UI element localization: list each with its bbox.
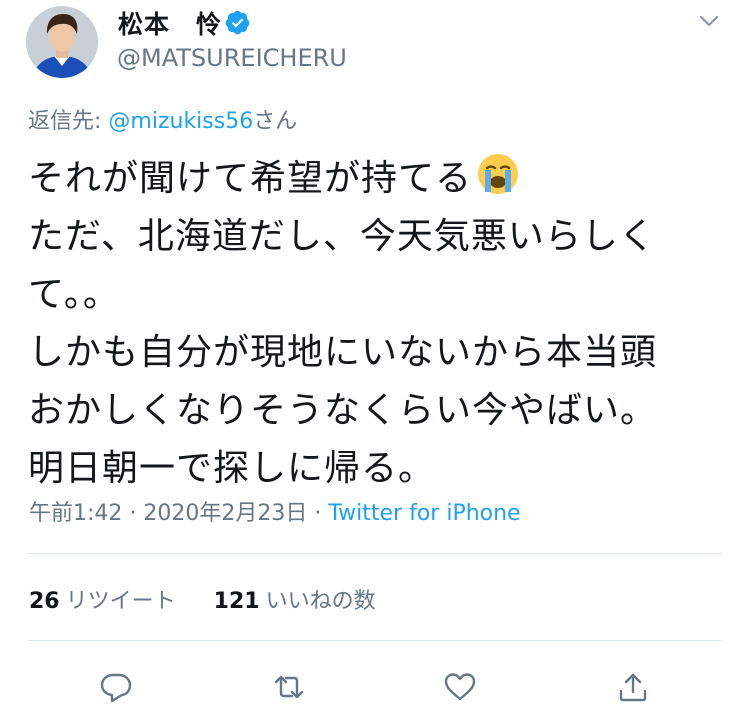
reply-to-mention[interactable]: @mizukiss56 — [108, 109, 253, 134]
like-label: いいねの数 — [265, 589, 376, 614]
reply-to-suffix: さん — [253, 109, 298, 134]
tweet-text-line-2: ただ、北海道だし、今天気悪いらしく — [28, 216, 656, 257]
reply-icon — [100, 673, 132, 703]
like-button[interactable] — [441, 668, 479, 706]
tweet-date[interactable]: 2020年2月23日 — [143, 501, 307, 526]
share-button[interactable] — [614, 668, 652, 706]
avatar[interactable] — [26, 6, 98, 78]
retweet-button[interactable] — [270, 668, 308, 706]
tweet-text-line-1: それが聞けて希望が持てる — [28, 158, 473, 199]
reply-to: 返信先: @mizukiss56さん — [28, 103, 297, 135]
like-count: 121 — [213, 589, 260, 614]
retweet-icon — [274, 675, 304, 699]
like-stat[interactable]: 121 いいねの数 — [214, 589, 376, 614]
reply-to-prefix: 返信先: — [28, 109, 109, 134]
display-name[interactable]: 松本 怜 — [118, 5, 222, 41]
share-icon — [619, 673, 647, 702]
verified-badge-icon — [224, 9, 251, 36]
meta-separator: · — [122, 501, 144, 526]
tweet-text-line-3: て。。 — [28, 274, 120, 315]
retweet-stat[interactable]: 26 リツイート — [29, 589, 176, 614]
retweet-count: 26 — [29, 589, 60, 614]
meta-separator: · — [307, 501, 329, 526]
tweet-time[interactable]: 午前1:42 — [29, 501, 122, 526]
crying-face-icon — [476, 152, 520, 196]
tweet-text: それが聞けて希望が持てる ただ、北海道だし、今天気悪いらしく て。。 しかも自分… — [28, 150, 728, 498]
tweet-meta: 午前1:42 · 2020年2月23日 · Twitter for iPhone — [29, 495, 521, 527]
user-handle[interactable]: @MATSUREICHERU — [117, 44, 347, 72]
tweet-stats: 26 リツイート 121 いいねの数 — [29, 583, 376, 615]
tweet-text-line: それが聞けて希望が持てる — [28, 150, 728, 208]
heart-icon — [444, 673, 476, 701]
divider — [28, 553, 722, 554]
chevron-down-icon[interactable] — [694, 6, 724, 36]
reply-button[interactable] — [97, 668, 135, 706]
tweet-text-line-5: おかしくなりそうなくらい今やばい。 — [28, 390, 658, 431]
tweet-text-line-4: しかも自分が現地にいないから本当頭 — [28, 332, 658, 373]
tweet-source[interactable]: Twitter for iPhone — [328, 501, 520, 526]
divider — [28, 640, 722, 641]
tweet-text-line-6: 明日朝一で探しに帰る。 — [28, 448, 436, 489]
retweet-label: リツイート — [65, 589, 176, 614]
